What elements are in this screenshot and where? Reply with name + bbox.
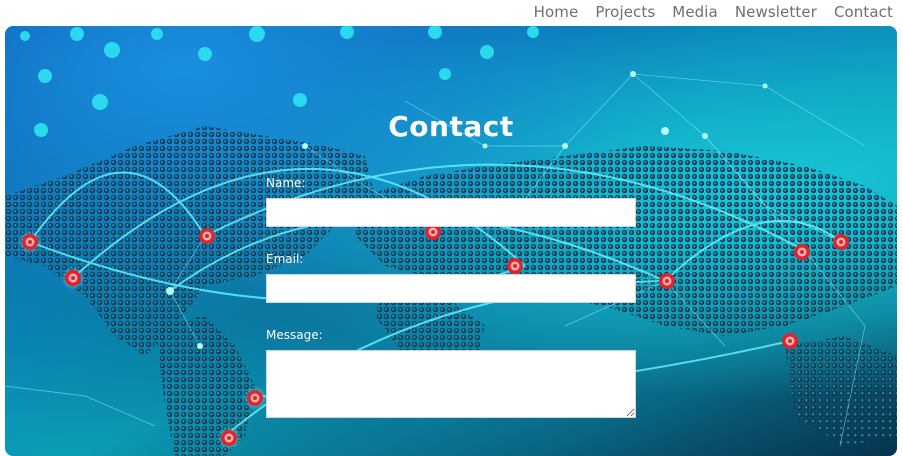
email-field[interactable] — [266, 274, 636, 303]
page-title: Contact — [388, 110, 514, 143]
nav-contact-link[interactable]: Contact — [834, 3, 893, 21]
contact-form: Name: Email: Message: — [266, 176, 636, 418]
nav-home-link[interactable]: Home — [534, 3, 579, 21]
email-label: Email: — [266, 252, 304, 266]
message-label: Message: — [266, 328, 323, 342]
name-label: Name: — [266, 176, 306, 190]
nav-projects-link[interactable]: Projects — [595, 3, 655, 21]
nav-media-link[interactable]: Media — [672, 3, 718, 21]
name-field[interactable] — [266, 198, 636, 227]
message-field[interactable] — [266, 350, 636, 418]
contact-hero-section: Contact Name: Email: Message: — [5, 26, 897, 456]
top-nav: Home Projects Media Newsletter Contact — [534, 0, 893, 24]
nav-newsletter-link[interactable]: Newsletter — [735, 3, 817, 21]
